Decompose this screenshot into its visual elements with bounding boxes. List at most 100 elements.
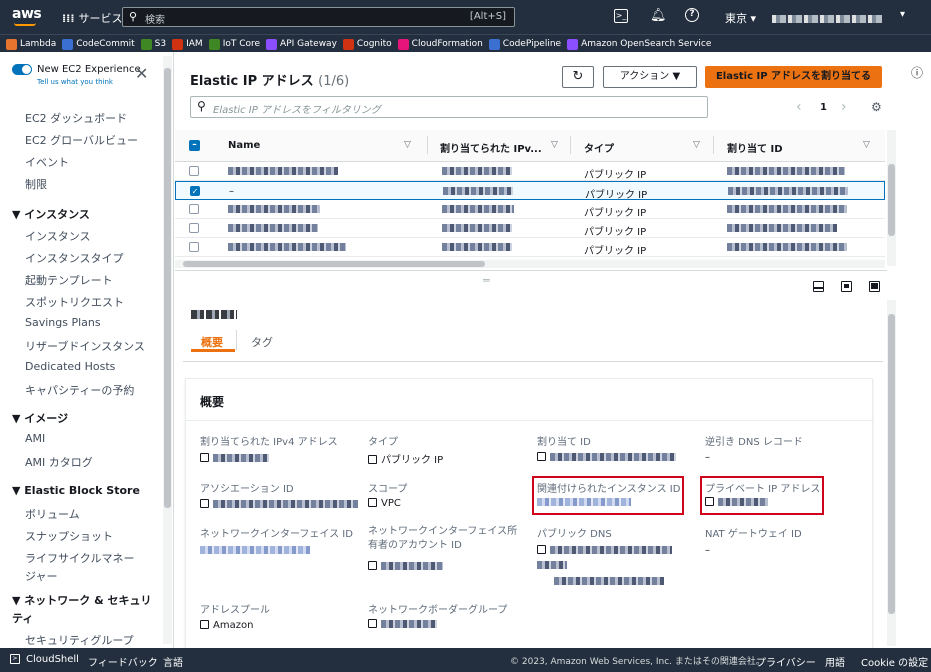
value-eni-id[interactable] bbox=[200, 545, 310, 556]
copy-icon[interactable] bbox=[537, 452, 546, 461]
help-icon[interactable]: ? bbox=[685, 8, 699, 22]
column-header-allocation-id[interactable]: 割り当て ID bbox=[727, 140, 783, 155]
table-v-scrollbar[interactable] bbox=[887, 130, 896, 266]
row-checkbox[interactable] bbox=[189, 242, 199, 252]
sidebar-section-header[interactable]: ▼ インスタンス bbox=[12, 206, 90, 222]
copy-icon[interactable] bbox=[368, 455, 377, 464]
sidebar-item[interactable]: ボリューム bbox=[25, 506, 80, 522]
favorite-codepipeline[interactable]: CodePipeline bbox=[488, 35, 561, 53]
detail-v-scrollbar[interactable] bbox=[887, 300, 896, 646]
global-search-input[interactable]: ⚲ 検索 [Alt+S] bbox=[122, 7, 515, 27]
account-menu[interactable] bbox=[772, 12, 882, 23]
table-row[interactable]: パブリック IP bbox=[175, 200, 885, 219]
sidebar-item[interactable]: スポットリクエスト bbox=[25, 294, 124, 310]
split-drag-handle-icon[interactable]: ═ bbox=[483, 274, 490, 287]
sidebar-item[interactable]: インスタンスタイプ bbox=[25, 250, 124, 266]
column-header-type[interactable]: タイプ bbox=[584, 140, 614, 155]
sidebar-item[interactable]: Savings Plans bbox=[25, 316, 101, 329]
cloudshell-icon[interactable]: >_ bbox=[614, 9, 628, 23]
row-checkbox[interactable] bbox=[189, 204, 199, 214]
copy-icon[interactable] bbox=[368, 619, 377, 628]
sort-name-icon[interactable]: ▽ bbox=[404, 140, 411, 150]
sidebar-scrollbar[interactable] bbox=[163, 56, 172, 644]
row-checkbox[interactable]: ✓ bbox=[190, 186, 200, 196]
feedback-link[interactable]: Tell us what you think bbox=[37, 78, 113, 86]
terms-link[interactable]: 用語 bbox=[825, 654, 845, 669]
detail-v-scroll-thumb[interactable] bbox=[888, 314, 895, 614]
info-icon[interactable]: ⓘ bbox=[911, 64, 923, 81]
copy-icon[interactable] bbox=[537, 545, 546, 554]
panel-full-layout-icon[interactable] bbox=[869, 281, 880, 292]
next-page-icon[interactable]: › bbox=[841, 99, 847, 115]
table-row[interactable]: ✓ – パブリック IP bbox=[175, 181, 885, 201]
prev-page-icon[interactable]: ‹ bbox=[796, 99, 802, 115]
sidebar-item[interactable]: イベント bbox=[25, 154, 69, 170]
favorite-iot-core[interactable]: IoT Core bbox=[208, 35, 260, 53]
row-checkbox[interactable] bbox=[189, 223, 199, 233]
favorite-codecommit[interactable]: CodeCommit bbox=[62, 35, 135, 53]
panel-side-layout-icon[interactable] bbox=[841, 281, 852, 292]
notifications-bell-icon[interactable]: 🔔︎ bbox=[650, 8, 667, 23]
services-menu-button[interactable]: ⁞⁞⁞ サービス bbox=[62, 10, 123, 26]
sidebar-item[interactable]: ライフサイクルマネージャー bbox=[25, 550, 145, 586]
settings-gear-icon[interactable]: ⚙ bbox=[871, 100, 882, 114]
table-v-scroll-thumb[interactable] bbox=[888, 164, 895, 236]
copy-icon[interactable] bbox=[200, 620, 209, 629]
sidebar-section-header[interactable]: ▼ Elastic Block Store bbox=[12, 484, 140, 497]
table-row[interactable]: パブリック IP bbox=[175, 219, 885, 238]
language-link[interactable]: 言語 bbox=[163, 654, 183, 669]
favorite-api-gateway[interactable]: API Gateway bbox=[266, 35, 337, 53]
account-chevron-icon[interactable]: ▾ bbox=[900, 9, 905, 20]
sidebar-item[interactable]: Dedicated Hosts bbox=[25, 360, 115, 373]
sidebar-item[interactable]: インスタンス bbox=[25, 228, 91, 244]
actions-dropdown[interactable]: アクション ▼ bbox=[603, 66, 697, 88]
sidebar-item[interactable]: EC2 グローバルビュー bbox=[25, 132, 138, 148]
sidebar-item[interactable]: 制限 bbox=[25, 176, 47, 192]
table-h-scroll-thumb[interactable] bbox=[183, 261, 485, 267]
region-selector[interactable]: 東京 ▾ bbox=[725, 10, 756, 26]
sidebar-item[interactable]: セキュリティグループ bbox=[25, 632, 134, 648]
filter-input[interactable]: ⚲ Elastic IP アドレスをフィルタリング bbox=[190, 96, 708, 118]
sidebar-item[interactable]: 起動テンプレート bbox=[25, 272, 113, 288]
aws-logo[interactable]: aws bbox=[12, 6, 42, 22]
sidebar-item[interactable]: EC2 ダッシュボード bbox=[25, 110, 127, 126]
table-row[interactable]: パブリック IP bbox=[175, 162, 885, 181]
table-row[interactable]: パブリック IP bbox=[175, 238, 885, 257]
row-checkbox[interactable] bbox=[189, 166, 199, 176]
copy-icon[interactable] bbox=[705, 497, 714, 506]
favorite-cloudformation[interactable]: CloudFormation bbox=[397, 35, 483, 53]
favorite-s3[interactable]: S3 bbox=[140, 35, 166, 53]
refresh-button[interactable]: ↻ bbox=[562, 66, 594, 88]
sort-type-icon[interactable]: ▽ bbox=[693, 140, 700, 150]
feedback-link[interactable]: フィードバック bbox=[88, 654, 158, 669]
sidebar-item[interactable]: キャパシティーの予約 bbox=[25, 382, 134, 398]
column-header-name[interactable]: Name bbox=[228, 140, 260, 151]
privacy-link[interactable]: プライバシー bbox=[756, 654, 816, 669]
copy-icon[interactable] bbox=[200, 453, 209, 462]
cloudshell-link[interactable]: CloudShell bbox=[26, 654, 79, 665]
favorite-lambda[interactable]: Lambda bbox=[6, 35, 56, 53]
favorite-amazon-opensearch-service[interactable]: Amazon OpenSearch Service bbox=[567, 35, 711, 53]
favorite-iam[interactable]: IAM bbox=[172, 35, 203, 53]
column-header-ip[interactable]: 割り当てられた IPv... bbox=[440, 140, 542, 155]
value-associated-instance[interactable] bbox=[537, 497, 631, 508]
sidebar-item[interactable]: AMI カタログ bbox=[25, 454, 93, 470]
cookie-settings-link[interactable]: Cookie の設定 bbox=[861, 654, 928, 669]
select-all-checkbox[interactable]: – bbox=[189, 140, 200, 151]
tab-overview[interactable]: 概要 bbox=[201, 334, 223, 350]
sidebar-section-header[interactable]: ▼ イメージ bbox=[12, 410, 68, 426]
panel-bottom-layout-icon[interactable] bbox=[813, 281, 824, 292]
page-number[interactable]: 1 bbox=[820, 102, 827, 113]
allocate-elastic-ip-button[interactable]: Elastic IP アドレスを割り当てる bbox=[705, 66, 882, 88]
sort-ip-icon[interactable]: ▽ bbox=[551, 140, 558, 150]
close-sidebar-icon[interactable]: ✕ bbox=[135, 64, 148, 83]
sidebar-section-header[interactable]: ▼ ネットワーク & セキュリティ bbox=[12, 592, 152, 628]
copy-icon[interactable] bbox=[200, 499, 209, 508]
sidebar-item[interactable]: スナップショット bbox=[25, 528, 113, 544]
sidebar-item[interactable]: リザーブドインスタンス bbox=[25, 338, 145, 354]
sort-allocation-icon[interactable]: ▽ bbox=[863, 140, 870, 150]
table-h-scrollbar[interactable] bbox=[175, 260, 885, 268]
new-experience-toggle[interactable] bbox=[12, 64, 32, 75]
cloudshell-footer-icon[interactable]: > bbox=[10, 654, 20, 664]
sidebar-item[interactable]: AMI bbox=[25, 432, 45, 445]
